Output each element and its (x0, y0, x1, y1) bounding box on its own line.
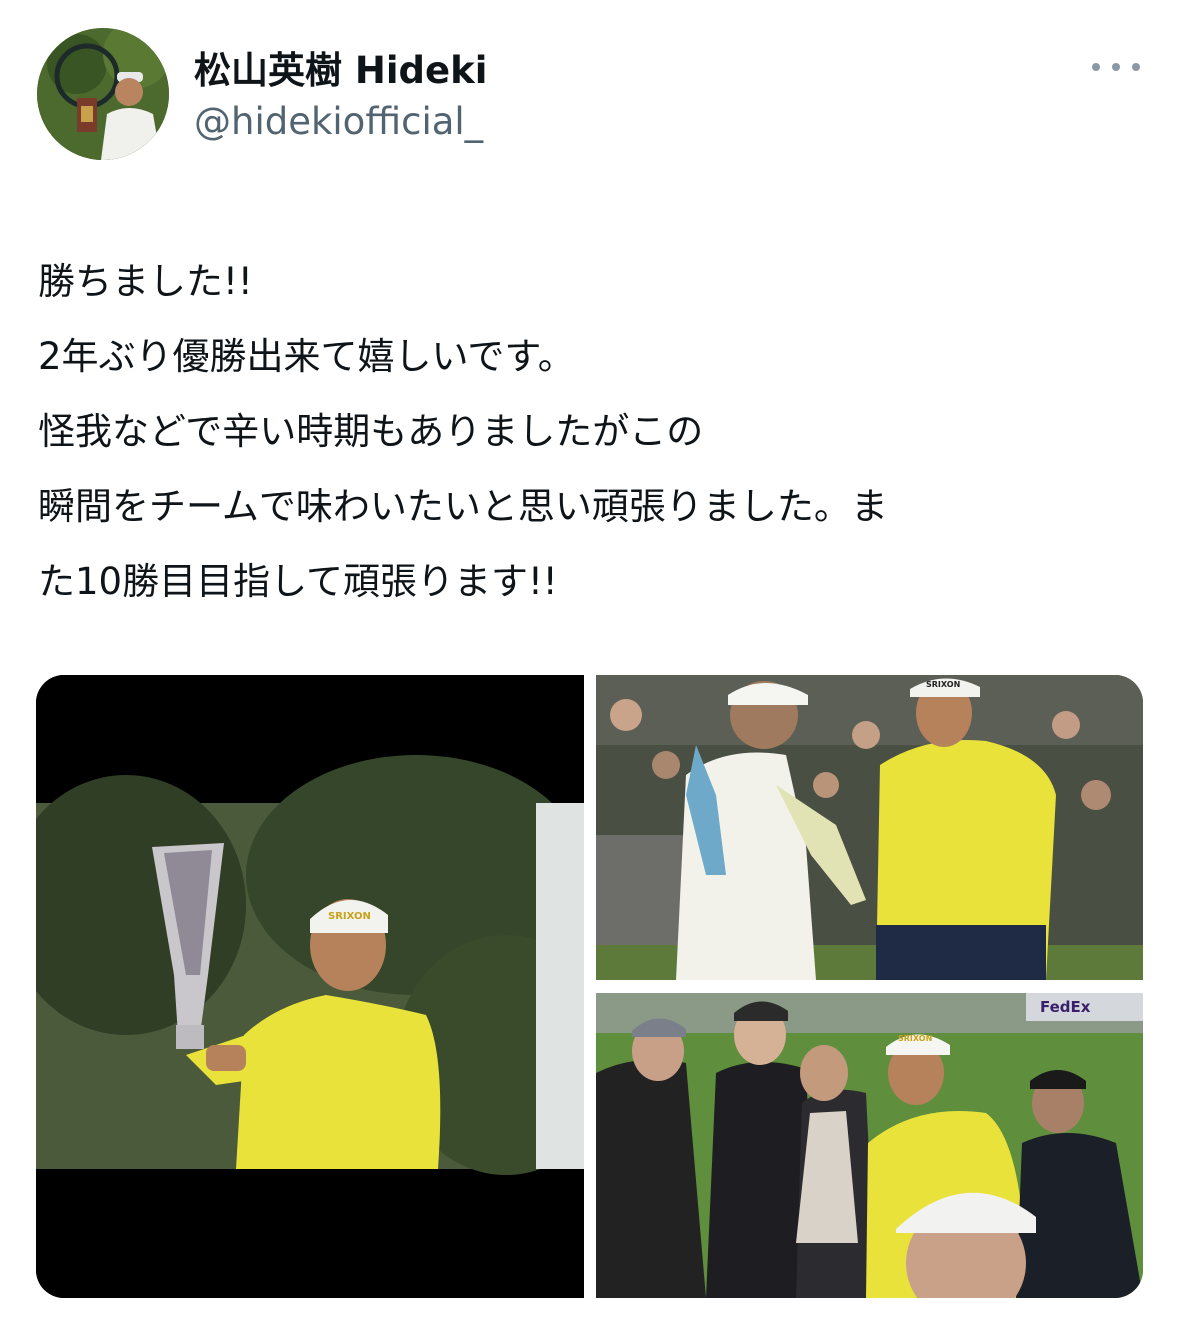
photo-handshake[interactable]: SRIXON (596, 675, 1143, 980)
fedex-banner: FedEx (1040, 998, 1091, 1016)
display-name[interactable]: 松山英樹 Hideki (194, 40, 487, 94)
more-horizontal-icon (1092, 63, 1100, 71)
photo-trophy[interactable]: SRIXON (36, 675, 584, 1298)
avatar-photo (37, 28, 169, 160)
tweet-text: 勝ちました!! 2年ぶり優勝出来て嬉しいです。 怪我などで辛い時期もありましたが… (38, 244, 1148, 619)
cap-logo: SRIXON (898, 1034, 932, 1043)
photo-trophy-image: SRIXON (36, 675, 584, 1298)
tweet-line: 勝ちました!! (38, 260, 253, 303)
cap-logo: SRIXON (328, 911, 371, 922)
photo-team-selfie-image: FedEx SRIXON (596, 993, 1143, 1298)
photo-team-selfie[interactable]: FedEx SRIXON (596, 993, 1143, 1298)
tweet-line: た10勝目目指して頑張ります!! (38, 560, 558, 603)
more-options-button[interactable] (1092, 54, 1140, 80)
photo-handshake-image: SRIXON (596, 675, 1143, 980)
avatar[interactable] (37, 28, 169, 160)
cap-logo: SRIXON (926, 680, 960, 689)
tweet-line: 2年ぶり優勝出来て嬉しいです。 (38, 335, 575, 378)
user-handle[interactable]: @hidekiofficial_ (194, 100, 483, 143)
media-grid: SRIXON SRIXON FedEx SRIXON (36, 675, 1143, 1298)
tweet-line: 瞬間をチームで味わいたいと思い頑張りました。ま (38, 485, 888, 528)
tweet-line: 怪我などで辛い時期もありましたがこの (38, 410, 704, 453)
